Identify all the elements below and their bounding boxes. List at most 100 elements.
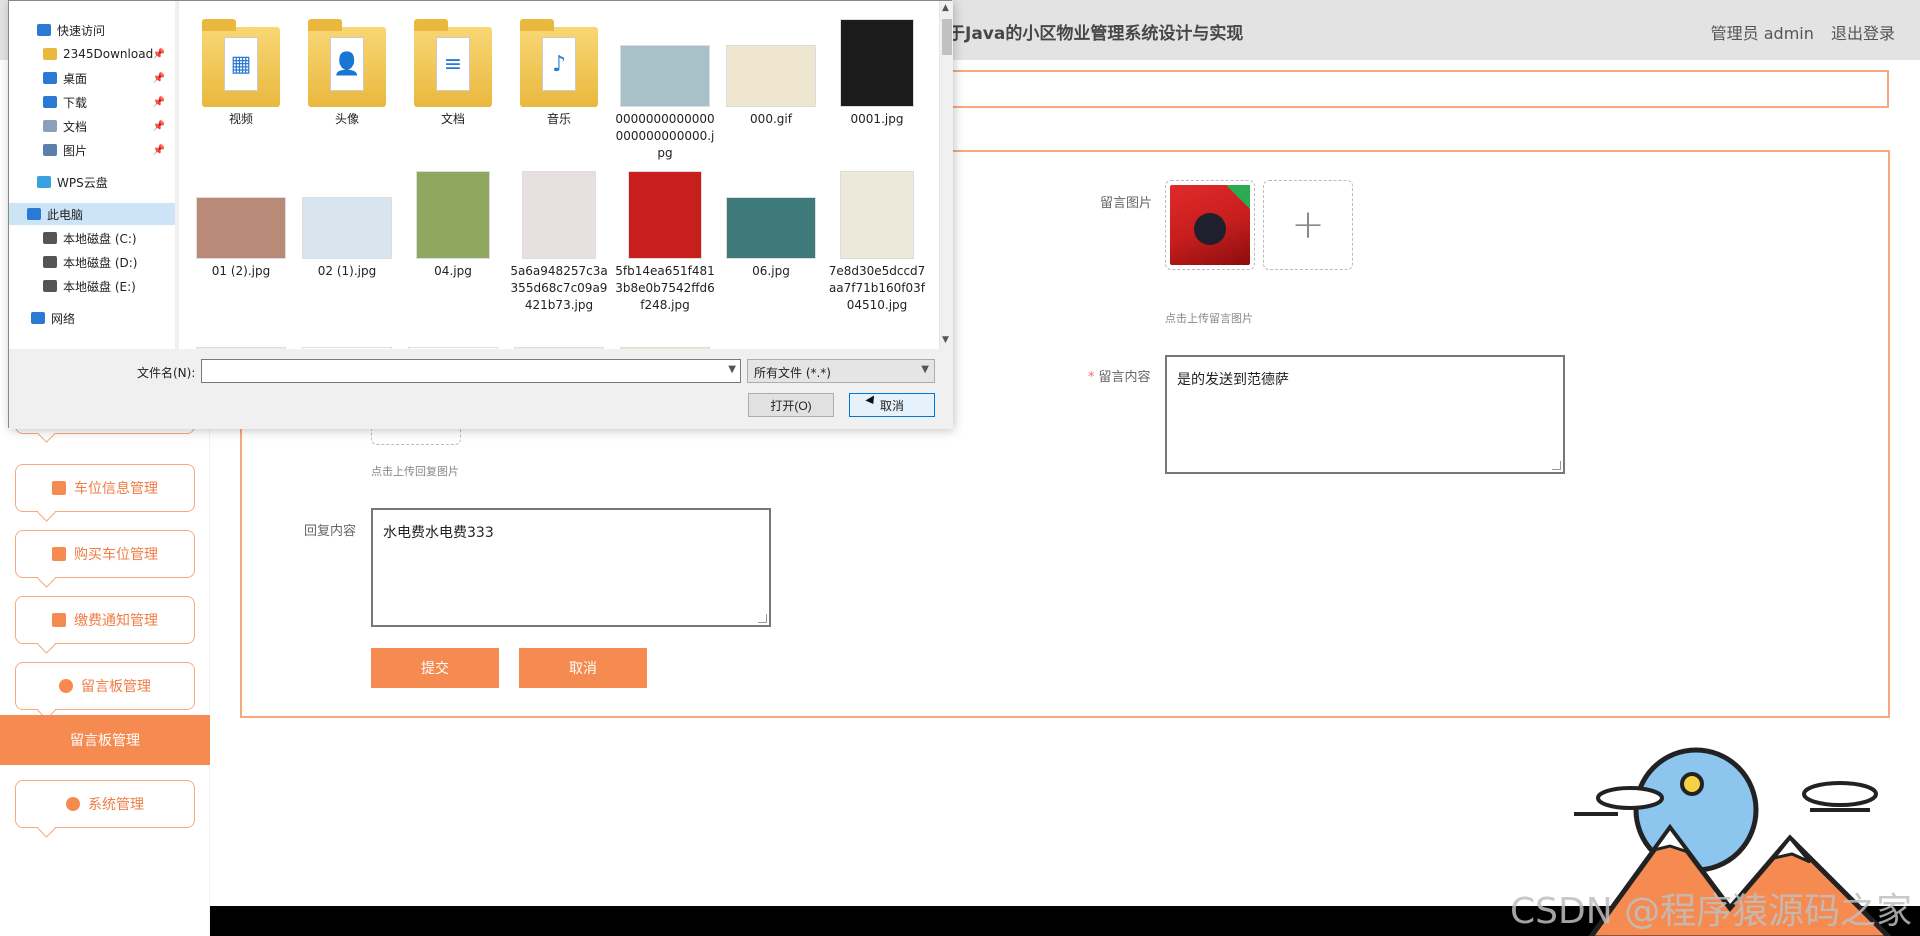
nav-item[interactable]: 文档 📌 (9, 115, 175, 137)
pin-icon: 📌 (152, 72, 165, 84)
parking-icon (52, 481, 66, 495)
drive-icon (43, 280, 57, 292)
pin-icon: 📌 (152, 144, 165, 156)
sidebar-item-message-board[interactable]: 留言板管理 (15, 662, 195, 710)
sidebar-item-system[interactable]: 系统管理 (15, 780, 195, 828)
file-name: 000.gif (750, 112, 792, 126)
file-item[interactable]: 06.jpg (721, 167, 821, 280)
file-item[interactable] (191, 317, 291, 349)
file-item[interactable]: 0001.jpg (827, 15, 927, 128)
file-item[interactable]: 旅行者 (509, 317, 609, 349)
file-item[interactable]: 7e8d30e5dccd7aa7f71b160f03f04510.jpg (827, 167, 927, 314)
file-item[interactable]: 02 (1).jpg (297, 167, 397, 280)
nav-item[interactable]: 图片 📌 (9, 139, 175, 161)
picture-icon (43, 144, 57, 156)
file-item[interactable]: 5fb14ea651f4813b8e0b7542ffd6f248.jpg (615, 167, 715, 314)
nav-item-label: 2345Download (63, 47, 154, 61)
image-thumbnail (301, 167, 393, 259)
user-icon (59, 679, 73, 693)
folder-icon (43, 48, 57, 60)
payment-icon (52, 613, 66, 627)
file-item[interactable] (297, 317, 397, 349)
message-content-label-text: 留言内容 (1098, 370, 1151, 385)
sidebar-item-label: 购买车位管理 (74, 547, 158, 563)
document-icon (43, 120, 57, 132)
message-image-hint: 点击上传留言图片 (1165, 312, 1253, 325)
image-thumbnail (619, 15, 711, 107)
nav-item[interactable]: 下载 📌 (9, 91, 175, 113)
file-item[interactable]: 证据图书 (615, 317, 715, 349)
nav-item[interactable]: 桌面 📌 (9, 67, 175, 89)
folder-item[interactable]: 👤 头像 (297, 15, 397, 128)
file-name: 01 (2).jpg (211, 264, 271, 278)
nav-item[interactable]: 本地磁盘 (E:) (9, 275, 175, 297)
folder-item[interactable]: ♪ 音乐 (509, 15, 609, 128)
nav-item[interactable]: 2345Download 📌 (9, 43, 175, 65)
open-button[interactable]: 打开(O) (748, 393, 834, 417)
file-item[interactable]: 01 (2).jpg (191, 167, 291, 280)
file-item[interactable]: 5a6a948257c3a355d68c7c09a9421b73.jpg (509, 167, 609, 314)
pin-icon: 📌 (152, 48, 165, 60)
reply-content-label: 回复内容 (304, 524, 357, 539)
dialog-scrollbar[interactable]: ▲ ▼ (939, 1, 953, 349)
reply-content-textarea[interactable]: 水电费水电费333 (371, 508, 771, 627)
file-item[interactable]: 0000000000000000000000000.jpg (615, 15, 715, 162)
video-icon: ▦ (224, 37, 258, 91)
image-thumbnail (619, 317, 711, 349)
sidebar-item-message-board-active[interactable]: 留言板管理 (0, 715, 210, 765)
folder-item[interactable]: ▦ 视频 (191, 15, 291, 128)
image-thumbnail (619, 167, 711, 259)
file-name: 文档 (440, 112, 465, 126)
nav-item[interactable]: 快速访问 (9, 19, 175, 41)
document-icon: ≡ (436, 37, 470, 91)
nav-item[interactable]: WPS云盘 (9, 171, 175, 193)
nav-item-label: 本地磁盘 (D:) (63, 255, 138, 270)
message-image-thumbnail[interactable] (1165, 180, 1255, 270)
submit-button[interactable]: 提交 (371, 648, 499, 688)
nav-item-label: 此电脑 (47, 207, 84, 222)
file-name: 7e8d30e5dccd7aa7f71b160f03f04510.jpg (828, 264, 926, 312)
scroll-up-arrow-icon[interactable]: ▲ (942, 3, 949, 13)
scroll-down-arrow-icon[interactable]: ▼ (942, 335, 949, 345)
sidebar-item-payment-notice[interactable]: 缴费通知管理 (15, 596, 195, 644)
upload-plus-button[interactable]: + (1263, 180, 1353, 270)
nav-item-label: 本地磁盘 (C:) (63, 231, 137, 246)
logout-link[interactable]: 退出登录 (1831, 24, 1895, 43)
csdn-watermark: CSDN @程序猿源码之家 (1510, 891, 1913, 932)
dialog-cancel-button[interactable]: 取消 (849, 393, 935, 417)
cloud-icon (37, 176, 51, 188)
folder-item[interactable]: ≡ 文档 (403, 15, 503, 128)
message-image-label: 留言图片 (1100, 196, 1153, 211)
star-icon (37, 24, 51, 36)
chevron-down-icon[interactable]: ▼ (728, 364, 736, 375)
nav-item[interactable]: 此电脑 (9, 203, 175, 225)
filename-input[interactable]: ▼ (201, 359, 741, 383)
cancel-button[interactable]: 取消 (519, 648, 647, 688)
sidebar-item-buy-parking[interactable]: 购买车位管理 (15, 530, 195, 578)
file-name: 04.jpg (434, 264, 472, 278)
book-cover-image (1170, 185, 1250, 265)
file-name: 5fb14ea651f4813b8e0b7542ffd6f248.jpg (615, 264, 715, 312)
user-icon (66, 797, 80, 811)
download-icon (43, 96, 57, 108)
nav-item[interactable]: 本地磁盘 (C:) (9, 227, 175, 249)
file-item[interactable]: 000.gif (721, 15, 821, 128)
nav-item[interactable]: 网络 (9, 307, 175, 329)
image-thumbnail (513, 317, 605, 349)
message-content-label: * 留言内容 (1088, 366, 1151, 385)
nav-item[interactable]: 本地磁盘 (D:) (9, 251, 175, 273)
scrollbar-thumb[interactable] (942, 19, 952, 55)
filename-label: 文件名(N): (137, 366, 196, 380)
image-thumbnail (407, 167, 499, 259)
desktop-icon (43, 72, 57, 84)
message-content-textarea[interactable]: 是的发送到范德萨 (1165, 355, 1565, 474)
sidebar-item-parking-info[interactable]: 车位信息管理 (15, 464, 195, 512)
file-name: 音乐 (546, 112, 571, 126)
file-item[interactable] (403, 317, 503, 349)
nav-item-label: 快速访问 (57, 23, 106, 38)
folder-icon: ≡ (407, 15, 499, 107)
file-type-filter[interactable]: 所有文件 (*.*) ▼ (747, 359, 935, 383)
file-name: 5a6a948257c3a355d68c7c09a9421b73.jpg (510, 264, 608, 312)
chevron-down-icon: ▼ (921, 364, 929, 375)
file-item[interactable]: 04.jpg (403, 167, 503, 280)
